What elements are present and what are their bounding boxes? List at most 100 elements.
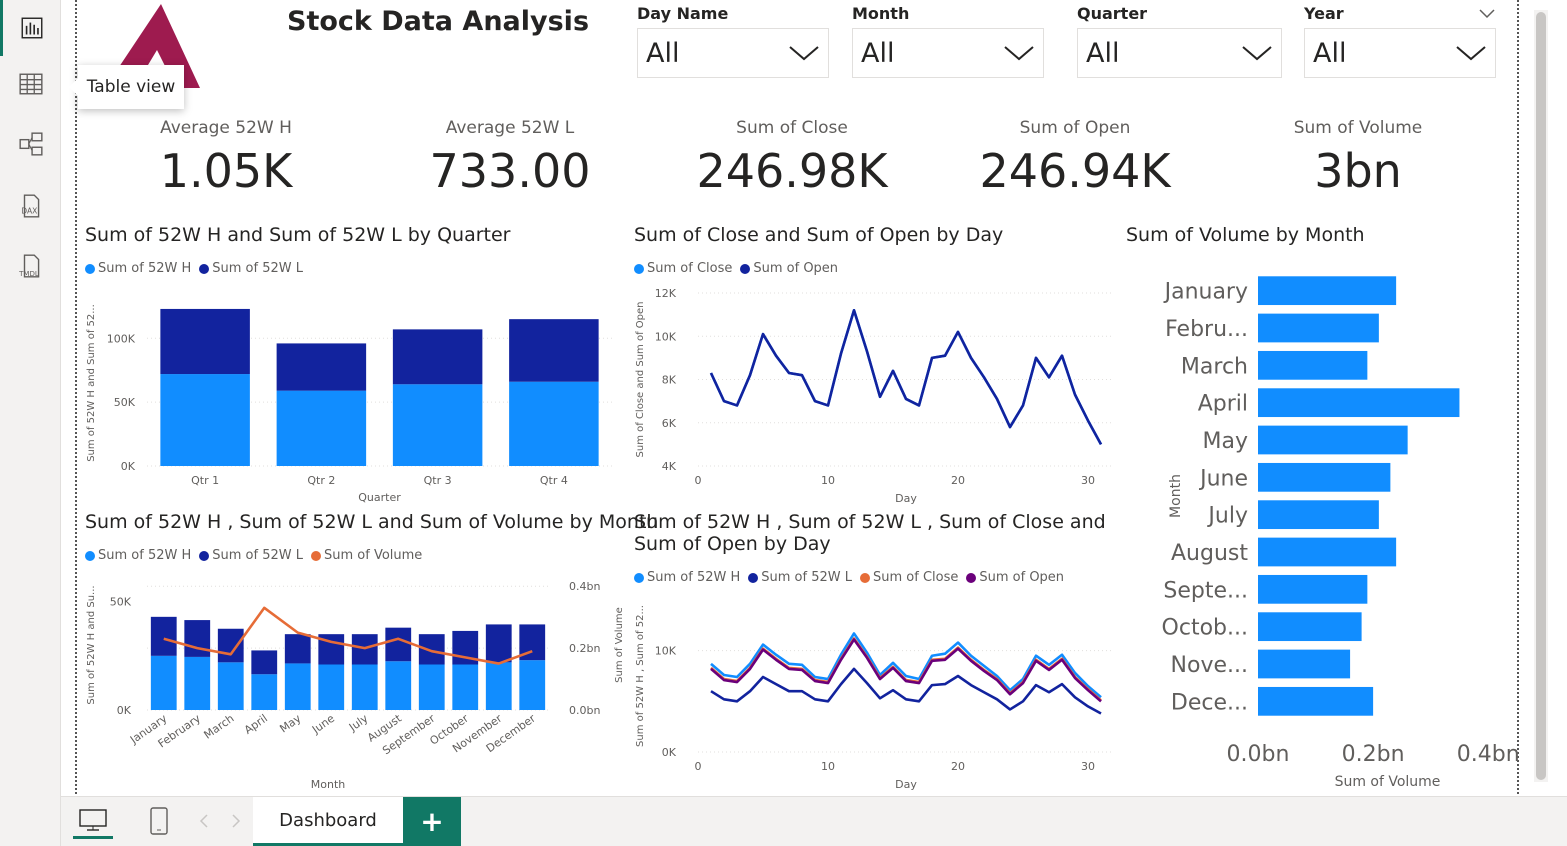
legend-dot bbox=[311, 550, 321, 561]
slicer-quarter[interactable]: Quarter All bbox=[1077, 4, 1282, 78]
legend-item[interactable]: Sum of Volume bbox=[311, 548, 422, 563]
bar-segment bbox=[160, 374, 250, 466]
legend-item[interactable]: Sum of 52W H bbox=[85, 548, 191, 563]
x-axis-label: Sum of Volume bbox=[1335, 774, 1441, 790]
scrollbar-thumb[interactable] bbox=[1536, 12, 1546, 780]
bar-segment bbox=[509, 319, 599, 382]
dax-label: DAX bbox=[21, 207, 37, 216]
legend-label: Sum of 52W L bbox=[212, 548, 303, 563]
tmdl-label: TMDL bbox=[18, 269, 39, 278]
y2-tick-label: 0.2bn bbox=[569, 642, 600, 655]
slicer-dropdown[interactable]: All bbox=[637, 28, 829, 78]
y-tick-label: 12K bbox=[655, 287, 677, 300]
chart-legend: Sum of 52W H Sum of 52W L Sum of Volume bbox=[85, 548, 422, 563]
day-four-series-line-chart[interactable]: 0K 10K 0 10 20 30 Day Sum of 52W H , Sum of 52.… bbox=[627, 590, 1117, 792]
legend-item[interactable]: Sum of 52W L bbox=[199, 261, 303, 276]
bar bbox=[1258, 649, 1351, 679]
bar-segment bbox=[251, 674, 278, 710]
y-tick-label: Febru... bbox=[1165, 317, 1248, 342]
bar-segment bbox=[392, 384, 483, 466]
chart-legend: Sum of Close Sum of Open bbox=[634, 261, 838, 276]
quarter-stacked-bar-chart[interactable]: 0K 50K 100K Qtr 1 Qtr 2 Qtr 3 Qtr 4 Quarter Sum … bbox=[77, 285, 622, 510]
mobile-layout-icon[interactable] bbox=[139, 803, 179, 839]
chevron-down-icon[interactable] bbox=[1478, 8, 1496, 20]
tab-dashboard[interactable]: Dashboard bbox=[253, 797, 403, 846]
legend-item[interactable]: Sum of 52W H bbox=[634, 570, 740, 585]
bar-segment bbox=[150, 655, 177, 710]
desktop-layout-icon[interactable] bbox=[73, 803, 113, 839]
x-tick-label: May bbox=[277, 712, 303, 736]
y-tick-label: 10K bbox=[655, 330, 677, 343]
legend-dot bbox=[199, 263, 210, 274]
slicer-month[interactable]: Month All bbox=[852, 4, 1044, 78]
day-close-open-line-chart[interactable]: 4K 6K 8K 10K 12K 0 10 20 30 Day Sum of Close and S… bbox=[627, 285, 1117, 510]
kpi-card-avg-52w-h: Average 52W H 1.05K bbox=[111, 118, 341, 198]
bar-segment bbox=[284, 634, 311, 664]
slicer-day-name[interactable]: Day Name All bbox=[637, 4, 829, 78]
legend-label: Sum of 52W L bbox=[212, 261, 303, 276]
legend-item[interactable]: Sum of 52W L bbox=[199, 548, 303, 563]
table-view-icon[interactable] bbox=[0, 56, 61, 112]
legend-label: Sum of 52W L bbox=[761, 570, 852, 585]
kpi-value: 733.00 bbox=[429, 144, 591, 198]
series-line bbox=[709, 308, 1103, 445]
dax-query-view-icon[interactable]: DAX bbox=[0, 178, 61, 234]
legend-item[interactable]: Sum of Open bbox=[740, 261, 838, 276]
legend-item[interactable]: Sum of Close bbox=[634, 261, 732, 276]
bar-segment bbox=[160, 308, 250, 375]
bar bbox=[1258, 500, 1379, 530]
month-combo-chart[interactable]: 0.0bn0.2bn0.4bn0K50KJanuaryFebruaryMarch… bbox=[77, 570, 625, 792]
legend-dot bbox=[748, 572, 759, 583]
bar-segment bbox=[509, 381, 599, 466]
slicer-dropdown[interactable]: All bbox=[1304, 28, 1496, 78]
legend-dot bbox=[966, 572, 977, 583]
bar-segment bbox=[284, 663, 311, 710]
legend-dot bbox=[199, 550, 210, 561]
legend-item[interactable]: Sum of Open bbox=[966, 570, 1064, 585]
slicer-dropdown[interactable]: All bbox=[852, 28, 1044, 78]
bar-segment bbox=[150, 616, 177, 656]
y-tick-label: 6K bbox=[662, 417, 677, 430]
model-view-icon[interactable] bbox=[0, 116, 61, 172]
slicer-label: Year bbox=[1304, 4, 1344, 23]
chart-title: Sum of Volume by Month bbox=[1126, 224, 1365, 246]
kpi-card-avg-52w-l: Average 52W L 733.00 bbox=[395, 118, 625, 198]
slicer-dropdown[interactable]: All bbox=[1077, 28, 1282, 78]
x-tick-label: 20 bbox=[951, 760, 965, 773]
y-axis-label: Sum of 52W H and Sum of 52... bbox=[86, 304, 97, 462]
legend-label: Sum of 52W H bbox=[647, 570, 741, 585]
x-tick-label: 0 bbox=[695, 474, 702, 487]
x-tick-label: 0.2bn bbox=[1342, 742, 1405, 767]
bar-segment bbox=[452, 664, 479, 710]
legend-label: Sum of Volume bbox=[324, 548, 423, 563]
bar-segment bbox=[519, 660, 546, 710]
legend-item[interactable]: Sum of 52W H bbox=[85, 261, 191, 276]
kpi-card-sum-volume: Sum of Volume 3bn bbox=[1243, 118, 1473, 198]
bar-segment bbox=[392, 329, 483, 385]
y-tick-label: July bbox=[1206, 504, 1248, 529]
chart-legend: Sum of 52W H Sum of 52W L bbox=[85, 261, 303, 276]
chevron-right-icon[interactable] bbox=[221, 803, 251, 839]
y-tick-label: Septe... bbox=[1163, 578, 1248, 603]
slicer-year[interactable]: Year All bbox=[1304, 4, 1496, 78]
chevron-left-icon[interactable] bbox=[189, 803, 219, 839]
legend-item[interactable]: Sum of 52W L bbox=[748, 570, 852, 585]
y-tick-label: 0K bbox=[117, 704, 132, 717]
series-line bbox=[709, 308, 1103, 445]
bar-segment bbox=[485, 662, 512, 710]
y-tick-label: 100K bbox=[107, 332, 136, 345]
report-view-icon[interactable] bbox=[0, 0, 61, 56]
add-page-button[interactable]: + bbox=[403, 797, 461, 846]
legend-dot bbox=[85, 263, 95, 274]
bar-segment bbox=[418, 634, 445, 665]
y-axis-label: Month bbox=[1168, 474, 1184, 518]
month-volume-hbar-chart[interactable]: January Febru... March April May June July Augu… bbox=[1117, 260, 1520, 795]
legend-item[interactable]: Sum of Close bbox=[860, 570, 958, 585]
vertical-scrollbar[interactable] bbox=[1534, 10, 1548, 782]
kpi-label: Sum of Open bbox=[1019, 118, 1131, 138]
chevron-down-icon bbox=[1004, 46, 1034, 61]
x-tick-label: 30 bbox=[1081, 760, 1095, 773]
tmdl-view-icon[interactable]: TMDL bbox=[0, 238, 61, 294]
legend-dot bbox=[740, 263, 751, 274]
y-tick-label: 8K bbox=[662, 374, 677, 387]
